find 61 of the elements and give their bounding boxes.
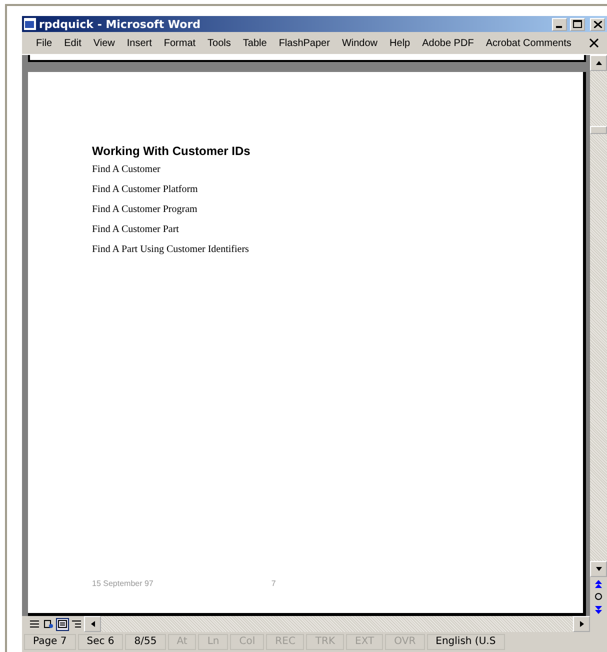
normal-view-icon (30, 620, 39, 628)
document-line: Find A Customer (92, 164, 162, 175)
menu-item[interactable]: Help (384, 38, 416, 48)
double-down-arrow-icon (595, 606, 602, 614)
close-icon (594, 20, 602, 28)
scroll-right-button[interactable] (573, 616, 590, 632)
scroll-up-button[interactable] (590, 55, 607, 71)
menu-item[interactable]: Acrobat Comments (480, 38, 578, 48)
status-item: Ln (198, 634, 228, 650)
status-item: At (168, 634, 196, 650)
menu-item[interactable]: Window (336, 38, 384, 48)
down-arrow-icon (594, 565, 602, 573)
document-icon (24, 18, 36, 30)
status-item: Sec 6 (78, 634, 124, 650)
circle-icon (595, 593, 602, 600)
left-arrow-icon (88, 620, 96, 628)
menu-item[interactable]: View (87, 38, 121, 48)
document-line: Find A Part Using Customer Identifiers (92, 244, 250, 255)
menu-item[interactable]: File (30, 38, 58, 48)
scroll-down-button[interactable] (590, 561, 607, 577)
status-item: TRK (306, 634, 344, 650)
menu-item[interactable]: Tools (202, 38, 237, 48)
document-line: Find A Customer Program (92, 204, 198, 215)
scroll-left-button[interactable] (84, 616, 101, 632)
menu-item[interactable]: Adobe PDF (416, 38, 480, 48)
document-line: Find A Customer Platform (92, 184, 199, 195)
status-item: 8/55 (125, 634, 166, 650)
scroll-thumb[interactable] (590, 126, 607, 134)
menu-item[interactable]: Table (236, 38, 273, 48)
status-item: REC (266, 634, 304, 650)
minimize-button[interactable] (552, 18, 567, 30)
close-icon[interactable] (589, 38, 599, 48)
status-item: OVR (385, 634, 425, 650)
maximize-icon (573, 20, 582, 28)
view-button[interactable] (70, 618, 83, 630)
menu-item[interactable]: FlashPaper (272, 38, 336, 48)
horizontal-scrollbar[interactable] (101, 616, 573, 632)
web-view-icon (44, 620, 53, 628)
right-arrow-icon (578, 620, 586, 628)
status-item: Col (230, 634, 264, 650)
heading: Working With Customer IDs (92, 144, 252, 158)
up-arrow-icon (594, 59, 602, 67)
footer-page-number: 7 (271, 579, 276, 588)
maximize-button[interactable] (570, 18, 585, 30)
document-line: Find A Customer Part (92, 224, 180, 235)
status-item: Page 7 (24, 634, 76, 650)
window-title: rpdquick - Microsoft Word (39, 18, 202, 30)
view-button[interactable] (42, 618, 55, 630)
menu-item[interactable]: Edit (58, 38, 88, 48)
status-item: English (U.S (426, 634, 505, 650)
previous-page-button[interactable] (590, 577, 607, 590)
status-item: EXT (346, 634, 384, 650)
menu-item[interactable]: Format (158, 38, 202, 48)
double-up-arrow-icon (595, 580, 602, 588)
view-button[interactable] (56, 618, 69, 630)
view-button[interactable] (28, 618, 41, 630)
footer-date: 15 September 97 (92, 579, 154, 588)
menu-item[interactable]: Insert (120, 38, 158, 48)
close-button[interactable] (590, 18, 605, 30)
print-view-icon (58, 620, 67, 628)
outline-view-icon (72, 620, 81, 628)
